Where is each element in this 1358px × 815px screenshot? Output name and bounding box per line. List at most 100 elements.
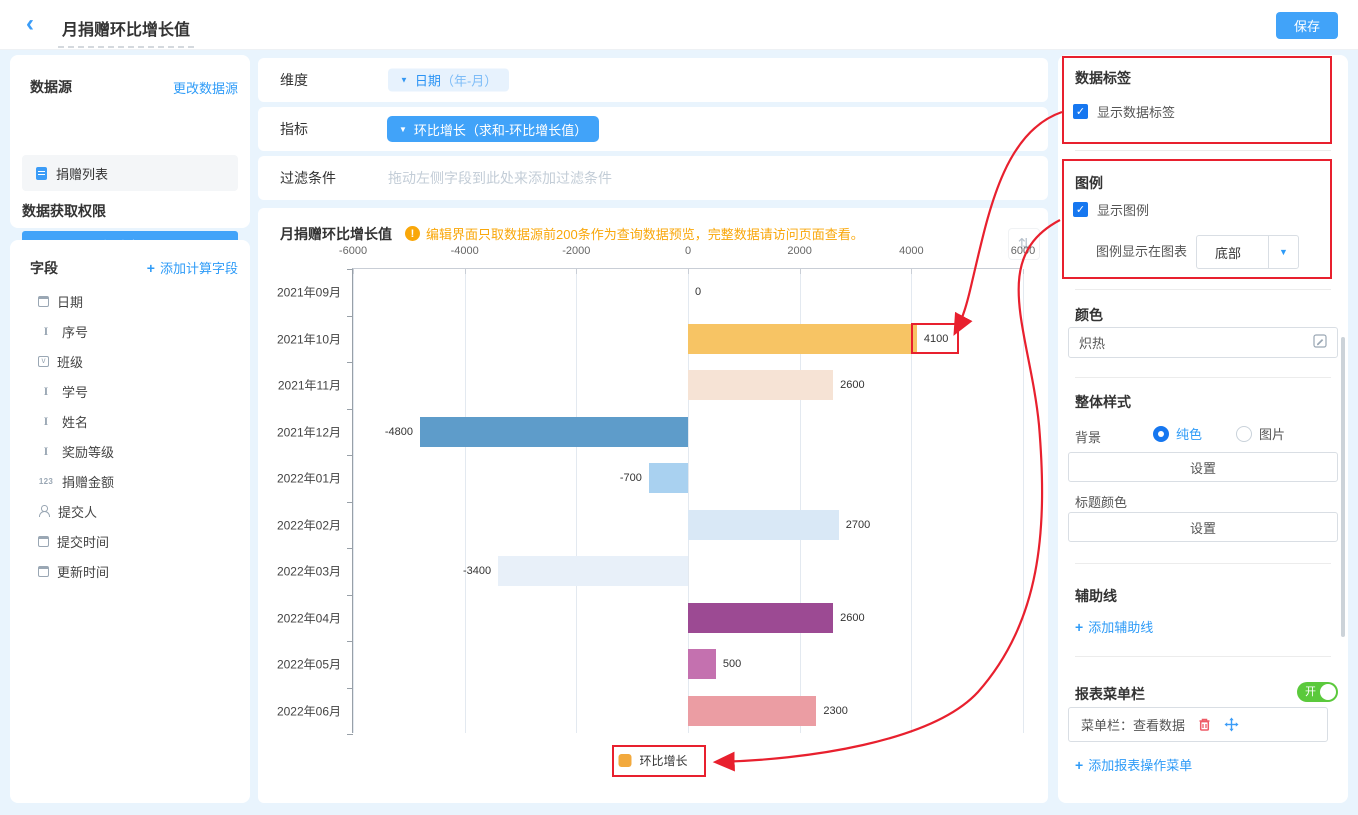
category-label: 2021年11月 [261, 377, 341, 394]
user-icon [38, 505, 50, 517]
data-label: 0 [695, 286, 701, 298]
chevron-down-icon: ▼ [399, 125, 407, 134]
axis-tick [800, 269, 801, 274]
bg-image-radio[interactable]: 图片 [1236, 424, 1285, 443]
metric-tag-label: 环比增长（求和-环比增长值） [414, 120, 587, 139]
dimension-tag[interactable]: ▼ 日期 （年-月） [388, 69, 509, 92]
x-axis-tick-label: 2000 [787, 245, 811, 257]
permission-title: 数据获取权限 [22, 201, 106, 221]
number-icon: 123 [38, 474, 54, 488]
field-item-姓名[interactable]: I姓名 [22, 406, 238, 436]
field-item-label: 姓名 [62, 412, 88, 431]
field-item-日期[interactable]: 日期 [22, 286, 238, 316]
field-item-捐赠金额[interactable]: 123 捐赠金额 [22, 466, 238, 496]
radio-unselected-icon [1236, 426, 1252, 442]
field-item-更新时间[interactable]: 更新时间 [22, 556, 238, 586]
save-button[interactable]: 保存 [1276, 12, 1338, 39]
menu-item-row[interactable]: 菜单栏：查看数据 [1068, 707, 1328, 742]
filter-row[interactable]: 过滤条件 拖动左侧字段到此处来添加过滤条件 [258, 156, 1048, 200]
field-item-班级[interactable]: v 班级 [22, 346, 238, 376]
show-data-label-checkbox[interactable]: ✓ 显示数据标签 [1073, 102, 1175, 121]
bar-2022年03月[interactable] [498, 556, 688, 586]
bg-image-label: 图片 [1259, 424, 1285, 443]
dimension-tag-format: （年-月） [441, 71, 497, 90]
toggle-knob [1320, 684, 1336, 700]
legend-position-select[interactable]: 底部 ▼ [1196, 235, 1299, 269]
x-axis-tick-label: 4000 [899, 245, 923, 257]
title-color-settings-button[interactable]: 设置 [1068, 512, 1338, 542]
data-label: 2300 [823, 705, 847, 717]
y-axis-tick [347, 362, 353, 363]
add-calc-field-link[interactable]: 添加计算字段 [147, 258, 238, 277]
metric-row: 指标 ▼ 环比增长（求和-环比增长值） [258, 107, 1048, 151]
show-legend-text: 显示图例 [1097, 200, 1149, 219]
bar-2022年04月[interactable] [688, 603, 833, 633]
edit-icon[interactable] [1313, 334, 1327, 351]
category-label: 2022年01月 [261, 470, 341, 487]
color-section-title: 颜色 [1075, 305, 1103, 325]
color-theme-input[interactable]: 炽热 [1068, 327, 1338, 358]
chart-title: 月捐赠环比增长值 [280, 224, 392, 244]
x-axis-tick-label: 0 [685, 245, 691, 257]
add-menu-link[interactable]: 添加报表操作菜单 [1075, 755, 1192, 774]
field-item-奖励等级[interactable]: I奖励等级 [22, 436, 238, 466]
field-item-学号[interactable]: I学号 [22, 376, 238, 406]
bg-settings-button[interactable]: 设置 [1068, 452, 1338, 482]
category-label: 2022年06月 [261, 702, 341, 719]
select-icon: v [38, 356, 49, 367]
text-icon: I [38, 324, 54, 338]
chevron-down-icon: ▼ [400, 76, 408, 85]
change-datasource-link[interactable]: 更改数据源 [173, 78, 238, 97]
style-panel: 数据标签 ✓ 显示数据标签 图例 ✓ 显示图例 图例显示在图表 底部 ▼ 颜色 … [1058, 55, 1348, 803]
report-designer-page: ‹ 月捐赠环比增长值 保存 数据源 更改数据源 捐赠列表 数据获取权限 报表权限… [0, 0, 1358, 815]
add-aux-line-link[interactable]: 添加辅助线 [1075, 617, 1153, 636]
data-label: 4100 [924, 333, 948, 345]
bar-2021年12月[interactable] [420, 417, 688, 447]
gridline [353, 269, 354, 733]
field-item-提交人[interactable]: 提交人 [22, 496, 238, 526]
data-label: 2600 [840, 612, 864, 624]
axis-tick [688, 269, 689, 274]
gridline [576, 269, 577, 733]
field-item-序号[interactable]: I序号 [22, 316, 238, 346]
aux-line-title: 辅助线 [1075, 586, 1117, 606]
text-icon: I [38, 444, 54, 458]
bar-2022年06月[interactable] [688, 696, 816, 726]
scrollbar[interactable] [1341, 337, 1345, 637]
axis-tick [353, 269, 354, 274]
bg-solid-label: 纯色 [1176, 424, 1202, 443]
fields-title: 字段 [30, 258, 58, 278]
data-label: 2600 [840, 379, 864, 391]
bar-2022年01月[interactable] [649, 463, 688, 493]
bar-2021年11月[interactable] [688, 370, 833, 400]
page-title[interactable]: 月捐赠环比增长值 [58, 16, 194, 48]
bg-solid-radio[interactable]: 纯色 [1153, 424, 1202, 443]
chart-legend[interactable]: 环比增长 [618, 752, 687, 769]
back-icon[interactable]: ‹ [26, 11, 34, 37]
category-label: 2022年04月 [261, 609, 341, 626]
x-axis-tick-label: -2000 [562, 245, 590, 257]
y-axis-tick [347, 688, 353, 689]
field-item-label: 班级 [57, 352, 83, 371]
gridline [1023, 269, 1024, 733]
y-axis-tick [347, 595, 353, 596]
bar-2021年10月[interactable] [688, 324, 917, 354]
metric-tag[interactable]: ▼ 环比增长（求和-环比增长值） [387, 116, 599, 142]
y-axis-tick [347, 316, 353, 317]
field-item-label: 捐赠金额 [62, 472, 114, 491]
checkbox-checked-icon: ✓ [1073, 202, 1088, 217]
move-icon[interactable] [1224, 717, 1239, 732]
datasource-item[interactable]: 捐赠列表 [22, 155, 238, 191]
text-icon: I [38, 384, 54, 398]
bar-2022年05月[interactable] [688, 649, 716, 679]
y-axis-tick [347, 502, 353, 503]
bar-2022年02月[interactable] [688, 510, 839, 540]
menu-bar-toggle[interactable]: 开 [1297, 682, 1338, 702]
field-item-label: 更新时间 [57, 562, 109, 581]
show-legend-checkbox[interactable]: ✓ 显示图例 [1073, 200, 1149, 219]
y-axis-tick [347, 409, 353, 410]
field-item-提交时间[interactable]: 提交时间 [22, 526, 238, 556]
trash-icon[interactable] [1197, 717, 1212, 732]
data-label: -4800 [385, 426, 413, 438]
legend-position-label: 图例显示在图表 [1096, 241, 1187, 260]
